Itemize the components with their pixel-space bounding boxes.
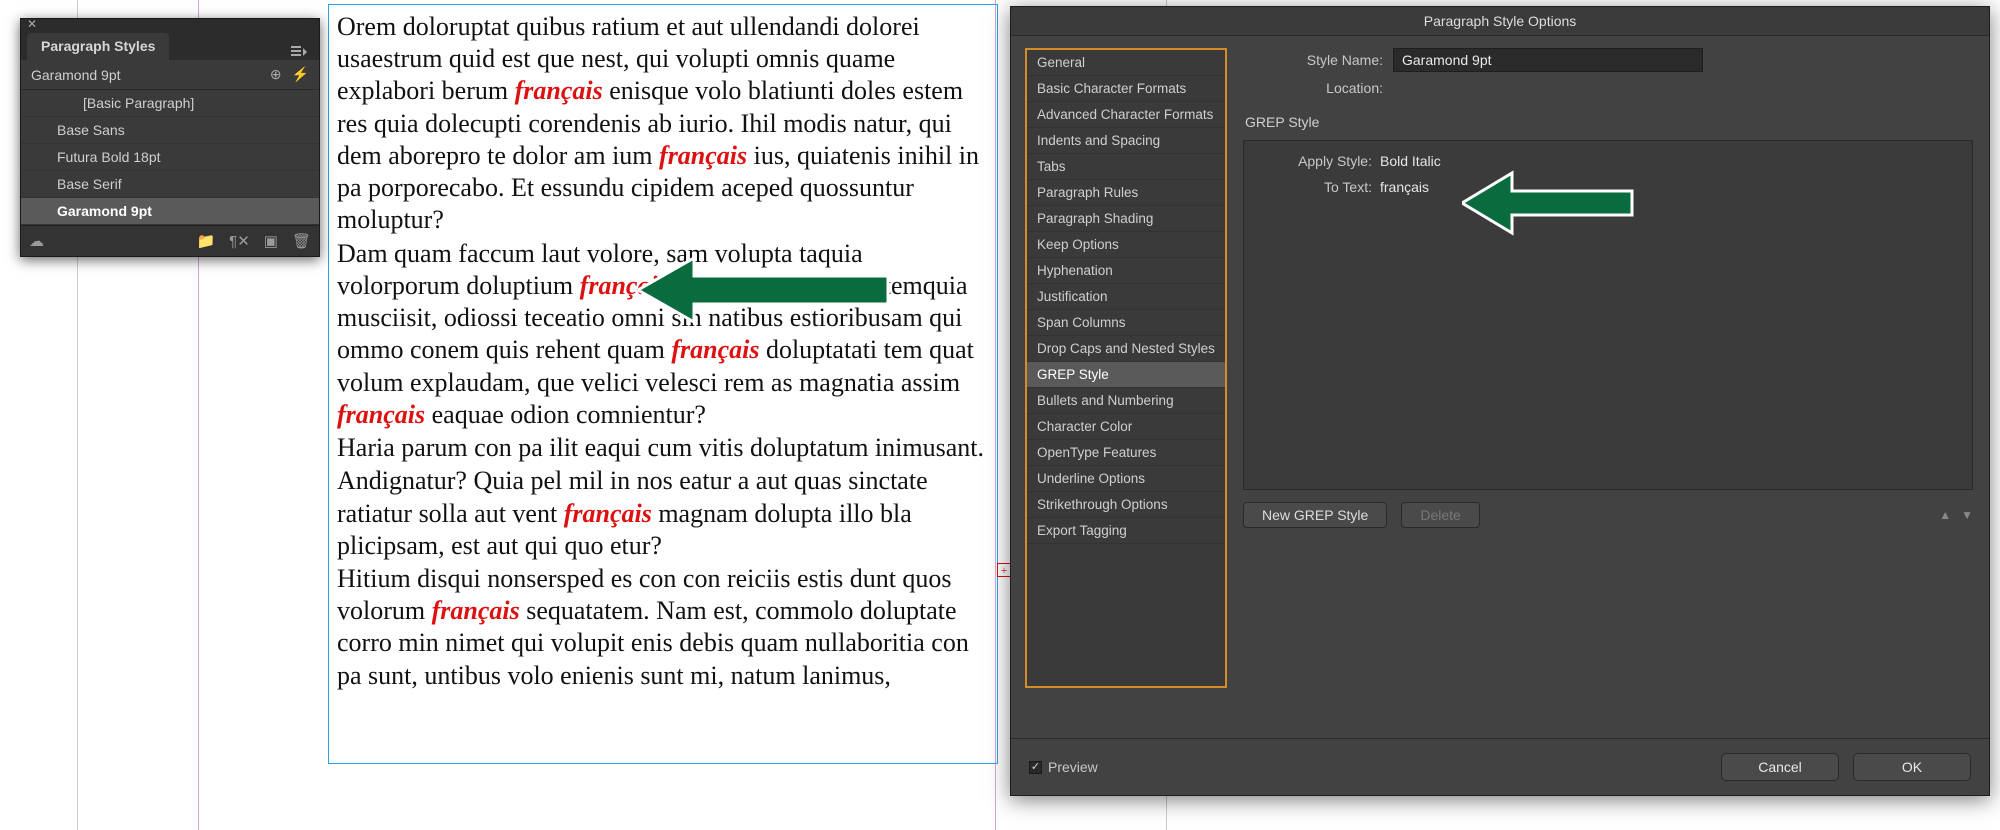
- panel-tab-paragraph-styles[interactable]: Paragraph Styles: [27, 33, 169, 60]
- delete-grep-style-button[interactable]: Delete: [1401, 502, 1479, 528]
- style-list-item[interactable]: Futura Bold 18pt: [21, 144, 319, 171]
- category-item[interactable]: Tabs: [1027, 154, 1225, 180]
- panel-tab-row: Paragraph Styles: [21, 29, 319, 60]
- style-list-item[interactable]: [Basic Paragraph]: [21, 90, 319, 117]
- trash-icon[interactable]: 🗑: [292, 232, 311, 250]
- body-paragraph: Orem doloruptat quibus ratium et aut ull…: [337, 11, 989, 237]
- category-list[interactable]: GeneralBasic Character FormatsAdvanced C…: [1025, 48, 1227, 688]
- category-item[interactable]: Export Tagging: [1027, 518, 1225, 544]
- move-down-icon[interactable]: ▼: [1961, 508, 1973, 522]
- category-item[interactable]: Basic Character Formats: [1027, 76, 1225, 102]
- dialog-content: Style Name: Location: GREP Style Apply S…: [1243, 48, 1973, 738]
- grep-rules-box[interactable]: Apply Style: Bold Italic To Text: frança…: [1243, 140, 1973, 490]
- grep-match: français: [432, 596, 520, 625]
- paragraph-styles-panel[interactable]: ✕ Paragraph Styles Garamond 9pt ⊕ ⚡ [Bas…: [20, 18, 320, 257]
- category-item[interactable]: Span Columns: [1027, 310, 1225, 336]
- to-text-value[interactable]: français: [1380, 179, 1429, 195]
- category-item[interactable]: Bullets and Numbering: [1027, 388, 1225, 414]
- cc-libraries-icon[interactable]: ☁: [29, 232, 44, 250]
- close-icon[interactable]: ✕: [27, 17, 37, 31]
- grep-match: français: [671, 335, 759, 364]
- new-group-icon[interactable]: ⊕: [270, 66, 282, 83]
- annotation-arrow-icon: [1462, 165, 1652, 243]
- panel-footer: ☁ 📁 ¶✕ ▣ 🗑: [21, 225, 319, 256]
- new-style-icon[interactable]: ▣: [264, 232, 278, 250]
- category-item[interactable]: Drop Caps and Nested Styles: [1027, 336, 1225, 362]
- quick-apply-icon[interactable]: ⚡: [292, 66, 309, 83]
- cancel-button[interactable]: Cancel: [1721, 753, 1839, 781]
- category-item[interactable]: GREP Style: [1027, 362, 1225, 388]
- style-list-item[interactable]: Base Sans: [21, 117, 319, 144]
- checkbox-checked-icon: ✓: [1029, 761, 1042, 774]
- location-label: Location:: [1243, 80, 1393, 96]
- category-item[interactable]: Advanced Character Formats: [1027, 102, 1225, 128]
- body-paragraph: Haria parum con pa ilit eaqui cum vitis …: [337, 432, 989, 464]
- category-item[interactable]: Character Color: [1027, 414, 1225, 440]
- style-list-item[interactable]: Base Serif: [21, 171, 319, 198]
- style-list: [Basic Paragraph]Base SansFutura Bold 18…: [21, 90, 319, 225]
- grep-match: français: [659, 141, 747, 170]
- grep-match: français: [337, 400, 425, 429]
- grep-match: français: [580, 271, 668, 300]
- category-item[interactable]: Justification: [1027, 284, 1225, 310]
- dialog-footer: ✓ Preview Cancel OK: [1011, 738, 1989, 795]
- preview-checkbox[interactable]: ✓ Preview: [1029, 759, 1098, 775]
- category-item[interactable]: Indents and Spacing: [1027, 128, 1225, 154]
- category-item[interactable]: OpenType Features: [1027, 440, 1225, 466]
- section-title: GREP Style: [1245, 114, 1973, 130]
- apply-style-label: Apply Style:: [1260, 153, 1380, 169]
- new-grep-style-button[interactable]: New GREP Style: [1243, 502, 1387, 528]
- clear-overrides-icon[interactable]: ¶✕: [229, 232, 250, 250]
- overset-indicator[interactable]: +: [997, 563, 1011, 577]
- body-paragraph: Hitium disqui nonsersped es con con reic…: [337, 563, 989, 692]
- apply-style-value[interactable]: Bold Italic: [1380, 153, 1441, 169]
- grep-match: français: [564, 499, 652, 528]
- category-item[interactable]: Keep Options: [1027, 232, 1225, 258]
- style-name-label: Style Name:: [1243, 52, 1393, 68]
- folder-icon[interactable]: 📁: [196, 232, 215, 250]
- current-style-name: Garamond 9pt: [31, 67, 260, 83]
- style-list-item[interactable]: Garamond 9pt: [21, 198, 319, 225]
- body-paragraph: Dam quam faccum laut volore, sam volupta…: [337, 238, 989, 431]
- ok-button[interactable]: OK: [1853, 753, 1971, 781]
- category-item[interactable]: Underline Options: [1027, 466, 1225, 492]
- paragraph-style-options-dialog[interactable]: Paragraph Style Options GeneralBasic Cha…: [1010, 6, 1990, 796]
- dialog-title: Paragraph Style Options: [1011, 7, 1989, 36]
- category-item[interactable]: Paragraph Rules: [1027, 180, 1225, 206]
- preview-label: Preview: [1048, 759, 1098, 775]
- category-item[interactable]: General: [1027, 50, 1225, 76]
- move-up-icon[interactable]: ▲: [1939, 508, 1951, 522]
- current-style-row: Garamond 9pt ⊕ ⚡: [21, 60, 319, 90]
- panel-menu-icon[interactable]: [285, 44, 313, 60]
- category-item[interactable]: Paragraph Shading: [1027, 206, 1225, 232]
- category-item[interactable]: Strikethrough Options: [1027, 492, 1225, 518]
- text-frame[interactable]: Orem doloruptat quibus ratium et aut ull…: [328, 4, 998, 764]
- body-paragraph: Andignatur? Quia pel mil in nos eatur a …: [337, 465, 989, 562]
- style-name-input[interactable]: [1393, 48, 1703, 72]
- category-item[interactable]: Hyphenation: [1027, 258, 1225, 284]
- to-text-label: To Text:: [1260, 179, 1380, 195]
- panel-drag-bar[interactable]: ✕: [21, 19, 319, 29]
- grep-match: français: [515, 76, 603, 105]
